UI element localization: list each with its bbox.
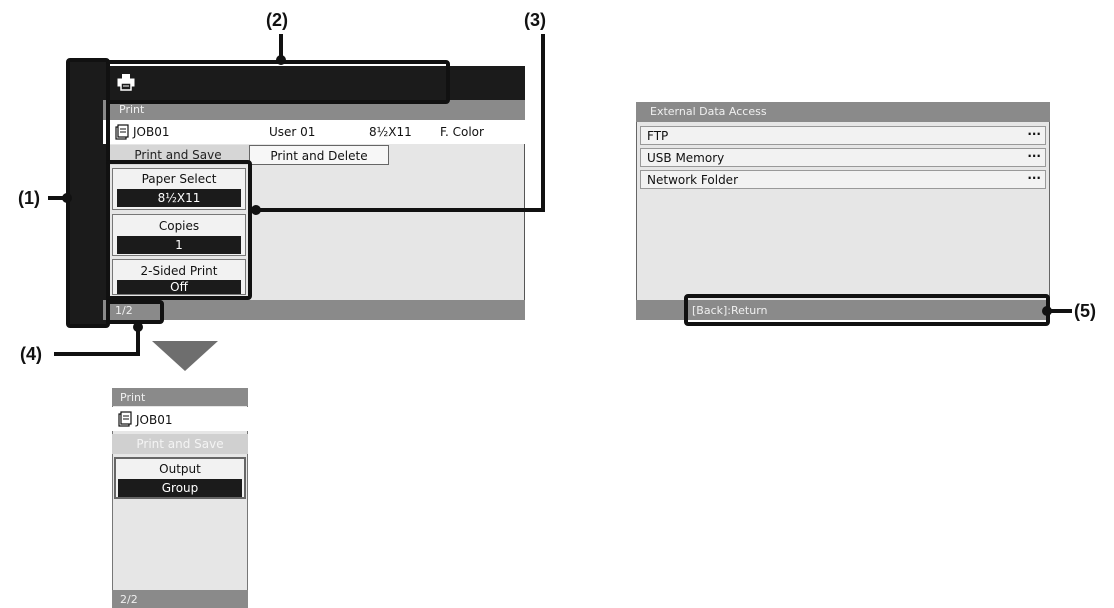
setting-value: Group: [118, 479, 242, 497]
status-bar: 2/2: [112, 590, 248, 608]
job-document-icon: [115, 124, 129, 140]
callout-label-5: (5): [1074, 301, 1096, 321]
setting-label: Output: [159, 462, 201, 476]
callout-line: [541, 34, 545, 212]
more-icon: ···: [1027, 127, 1041, 141]
callout-frame-2: [106, 60, 450, 104]
tab-print-and-delete[interactable]: Print and Delete: [249, 145, 389, 165]
down-arrow-icon: [152, 341, 218, 371]
job-row[interactable]: JOB01: [112, 407, 248, 431]
callout-line: [136, 328, 140, 356]
job-name: JOB01: [136, 413, 173, 427]
callout-frame-5: [684, 294, 1050, 326]
list-item-label: USB Memory: [647, 151, 725, 165]
job-name: JOB01: [133, 125, 170, 139]
header-title: Print: [119, 103, 145, 116]
header-title: Print: [120, 391, 146, 404]
screen3-header: External Data Access: [636, 102, 1050, 122]
list-item-label: FTP: [647, 129, 669, 143]
callout-dot: [276, 55, 286, 65]
header-title: External Data Access: [650, 105, 767, 118]
callout-frame-4: [106, 300, 164, 324]
callout-label-1: (1): [18, 188, 40, 208]
callout-dot: [251, 205, 261, 215]
page-indicator: 2/2: [120, 593, 138, 606]
job-color: F. Color: [440, 125, 484, 139]
list-item-ftp[interactable]: FTP ···: [640, 126, 1046, 145]
output-button[interactable]: Output Group: [114, 457, 246, 499]
callout-label-3: (3): [524, 10, 546, 30]
callout-dot: [133, 322, 143, 332]
callout-frame-1: [66, 58, 110, 328]
tab-print-and-save[interactable]: Print and Save: [112, 434, 248, 454]
callout-dot: [62, 193, 72, 203]
callout-line: [54, 352, 140, 356]
job-user: User 01: [269, 125, 316, 139]
job-document-icon: [118, 411, 132, 427]
screen2-header: Print: [112, 388, 248, 406]
job-row[interactable]: JOB01 User 01 8½X11 F. Color: [103, 120, 525, 144]
job-paper: 8½X11: [369, 125, 412, 139]
callout-line: [1050, 309, 1072, 313]
callout-frame-3: [106, 160, 252, 300]
callout-label-4: (4): [20, 344, 42, 364]
list-item-label: Network Folder: [647, 173, 739, 187]
list-item-network-folder[interactable]: Network Folder ···: [640, 170, 1046, 189]
callout-label-2: (2): [266, 10, 288, 30]
list-item-usb-memory[interactable]: USB Memory ···: [640, 148, 1046, 167]
more-icon: ···: [1027, 149, 1041, 163]
more-icon: ···: [1027, 171, 1041, 185]
status-bar: 1/2: [103, 300, 525, 320]
tab-label: Print and Save: [136, 437, 224, 451]
callout-line: [256, 208, 545, 212]
